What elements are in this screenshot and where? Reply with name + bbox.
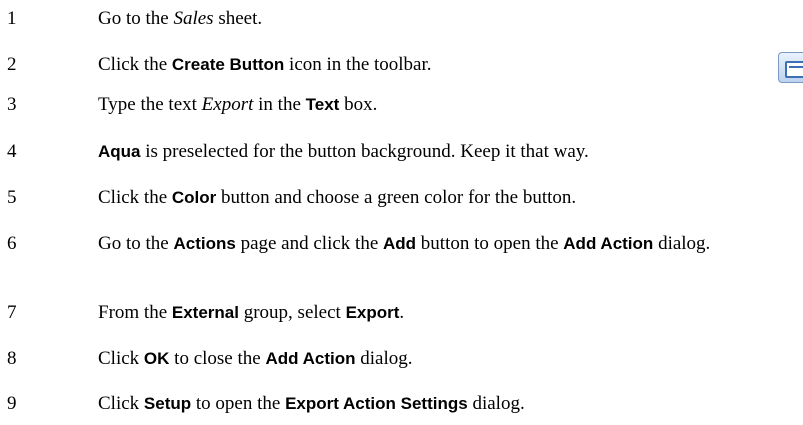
step-number: 7 — [7, 302, 17, 323]
step-text: Click OK to close the Add Action dialog. — [98, 348, 413, 369]
step-text: Go to the Sales sheet. — [98, 8, 263, 29]
step-number: 3 — [7, 94, 17, 115]
step-number: 1 — [7, 8, 17, 29]
step-text: Type the text Export in the Text box. — [98, 94, 378, 115]
step-text: Click Setup to open the Export Action Se… — [98, 393, 525, 414]
step-text: Go to the Actions page and click the Add… — [98, 233, 711, 254]
step-number: 4 — [7, 141, 17, 162]
step-number: 8 — [7, 348, 17, 369]
step-number: 2 — [7, 54, 17, 75]
step-text: Click the Create Button icon in the tool… — [98, 54, 432, 75]
step-number: 6 — [7, 233, 17, 254]
create-button-icon — [778, 52, 803, 83]
button-shape-line — [789, 66, 803, 68]
step-text: From the External group, select Export. — [98, 302, 405, 323]
button-shape — [785, 61, 803, 78]
step-number: 5 — [7, 187, 17, 208]
step-text: Click the Color button and choose a gree… — [98, 187, 577, 208]
step-number: 9 — [7, 393, 17, 414]
step-text: Aqua is preselected for the button backg… — [98, 141, 589, 162]
